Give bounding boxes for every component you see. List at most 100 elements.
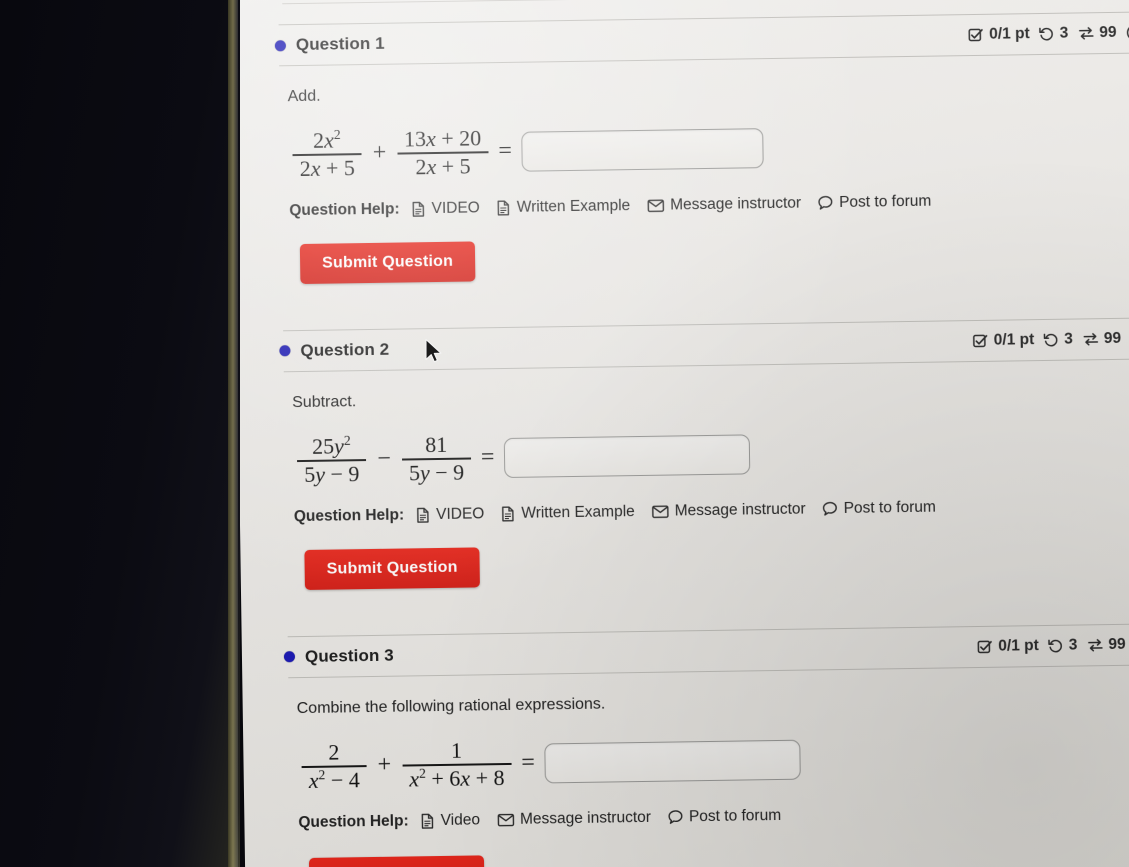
points-text: 0/1 pt [993,331,1035,349]
numerator: 2 [328,739,340,765]
envelope-icon [651,504,669,518]
question-status-dot [274,39,286,51]
numerator: 2x2 [312,127,341,153]
question-3-title: Question 3 [304,645,394,666]
points-badge: 0/1 pt [973,331,1035,350]
submit-question-button-2[interactable]: Submit Question [304,547,480,590]
question-status-dot [279,345,291,357]
denominator: 5y − 9 [304,461,360,487]
fraction-1a: 2x2 2x + 5 [292,127,362,182]
numerator: 81 [424,431,448,458]
denominator: 2x + 5 [415,153,471,180]
question-status-dot [283,651,296,663]
question-help-label: Question Help: [298,812,409,831]
swap-arrows-icon [1086,637,1103,653]
info-icon [1125,23,1129,41]
envelope-icon [497,813,514,827]
photo-dark-bezel [0,0,240,867]
fraction-2b: 81 5y − 9 [401,431,471,486]
question-2-badges: 0/1 pt 3 99 [973,329,1129,350]
envelope-icon [647,199,664,213]
help-post-to-forum-link[interactable]: Post to forum [668,807,781,827]
answer-input-1[interactable] [521,128,765,172]
mouse-cursor-icon [424,338,444,371]
question-card-2: Question 2 0/1 pt 3 99 Subtract. 25y2 5y… [279,317,1129,590]
speech-bubble-icon [668,809,683,825]
help-video-link[interactable]: VIDEO [416,505,484,524]
versions-badge: 99 [1086,636,1126,655]
denominator: x2 + 6x + 8 [409,764,505,792]
help-written-example-link[interactable]: Written Example [497,197,631,217]
help-video-label: VIDEO [431,199,480,217]
fraction-3b: 1 x2 + 6x + 8 [402,737,512,793]
submit-question-button-1[interactable]: Submit Question [299,241,476,284]
operator-plus: + [377,751,392,779]
question-3-badges: 0/1 pt 3 99 [977,635,1129,656]
speech-bubble-icon [818,195,833,211]
versions-badge: 99 [1082,330,1122,349]
question-1-expression: 2x2 2x + 5 + 13x + 20 2x + 5 = [276,93,1129,182]
attempts-text: 3 [1064,330,1073,348]
help-post-to-forum-label: Post to forum [838,192,932,211]
details-badge[interactable]: Detail [1125,23,1129,42]
points-badge: 0/1 pt [968,25,1030,44]
screenshot-stage: Question 1 0/1 pt 3 99 Add. 2x2 2x + 5 +… [0,0,1129,867]
points-badge: 0/1 pt [977,637,1039,656]
help-written-example-label: Written Example [516,197,631,216]
refresh-ccw-icon [1048,638,1064,654]
fraction-1b: 13x + 20 2x + 5 [397,125,489,180]
attempts-badge: 3 [1043,330,1073,348]
fraction-2a: 25y2 5y − 9 [297,433,367,488]
help-video-label: VIDEO [435,505,485,523]
help-message-instructor-link[interactable]: Message instructor [647,194,801,214]
answer-input-3[interactable] [544,739,802,784]
versions-badge: 99 [1077,24,1117,43]
answer-input-2[interactable] [504,434,751,478]
help-message-instructor-link[interactable]: Message instructor [651,500,806,520]
checkbox-icon [973,333,989,349]
top-divider [282,0,1129,5]
help-post-to-forum-label: Post to forum [688,806,782,826]
help-post-to-forum-link[interactable]: Post to forum [822,498,936,518]
help-video-link[interactable]: VIDEO [411,199,480,218]
points-text: 0/1 pt [998,636,1039,655]
attempts-text: 3 [1068,636,1078,654]
question-help-label: Question Help: [289,200,400,220]
numerator: 1 [450,737,463,763]
checkbox-icon [977,639,993,655]
checkbox-icon [968,27,984,43]
attempts-badge: 3 [1039,25,1069,43]
operator-minus: − [377,446,391,473]
help-post-to-forum-link[interactable]: Post to forum [818,193,931,213]
refresh-ccw-icon [1043,332,1059,348]
question-card-1: Question 1 0/1 pt 3 99 Add. 2x2 2x + 5 +… [274,11,1129,284]
swap-arrows-icon [1077,25,1094,41]
question-1-badges: 0/1 pt 3 99 [968,23,1129,44]
denominator: 2x + 5 [299,155,356,181]
help-message-instructor-link[interactable]: Message instructor [497,809,651,829]
question-help-label: Question Help: [293,506,405,525]
help-post-to-forum-label: Post to forum [843,498,936,517]
equals-sign: = [498,138,513,165]
operator-plus: + [372,140,387,167]
help-written-example-link[interactable]: Written Example [501,503,635,523]
help-written-example-label: Written Example [521,502,635,522]
question-2-title: Question 2 [300,339,390,360]
document-icon [421,813,435,829]
numerator: 25y2 [311,432,351,459]
help-message-instructor-label: Message instructor [519,808,652,828]
submit-question-button-3[interactable]: Submit Question [308,855,485,867]
equals-sign: = [480,444,495,471]
help-video-label: Video [440,811,481,829]
document-icon [497,200,511,216]
numerator: 13x + 20 [403,125,482,152]
fraction-3a: 2 x2 − 4 [301,739,367,794]
question-3-expression: 2 x2 − 4 + 1 x2 + 6x + 8 = [285,705,1129,794]
swap-arrows-icon [1082,331,1099,347]
versions-text: 99 [1108,635,1126,653]
document-icon [501,506,515,522]
document-icon [416,507,430,523]
help-message-instructor-label: Message instructor [674,500,806,520]
denominator: x2 − 4 [308,766,360,793]
help-video-link[interactable]: Video [421,811,481,830]
